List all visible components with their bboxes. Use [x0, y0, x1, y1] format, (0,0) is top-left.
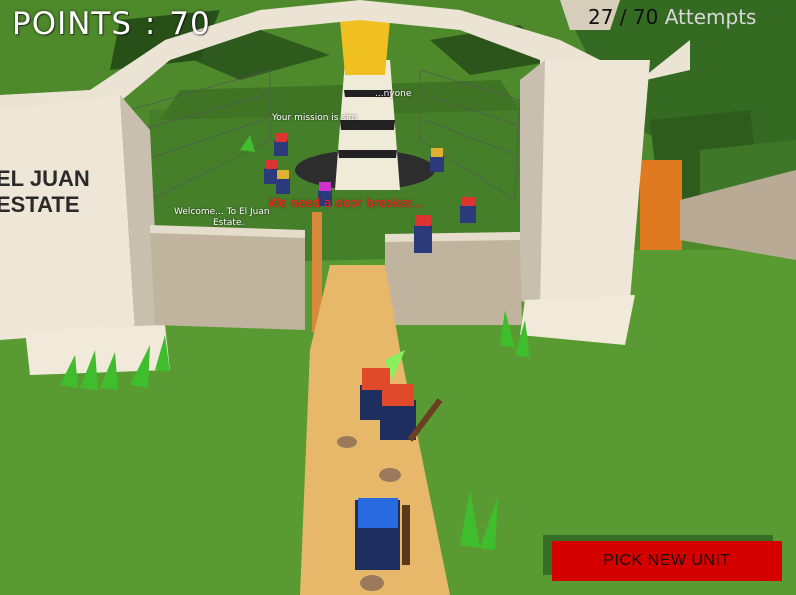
estate-sign: EL JUAN ESTATE	[0, 166, 90, 218]
points-display: POINTS : 70	[12, 6, 211, 42]
door-breaker-warning: We need a door breaker...	[268, 196, 423, 210]
estate-sign-line2: ESTATE	[0, 192, 80, 217]
pick-new-unit-button[interactable]: PICK NEW UNIT	[552, 541, 782, 581]
attempts-counter: 27 / 70 Attempts	[588, 5, 756, 29]
points-value: 70	[169, 6, 211, 42]
welcome-text-line1: Welcome... To El Juan	[174, 207, 270, 217]
welcome-text-line2: Estate.	[213, 218, 245, 228]
attempts-label: Attempts	[664, 5, 757, 29]
points-separator: :	[144, 6, 157, 42]
estate-sign-line1: EL JUAN	[0, 166, 90, 191]
points-label: POINTS	[12, 6, 133, 42]
mission-text: Your mission is sim	[272, 113, 358, 123]
attempts-count: 27 / 70	[588, 5, 659, 29]
far-text: ...nyone	[375, 89, 412, 99]
